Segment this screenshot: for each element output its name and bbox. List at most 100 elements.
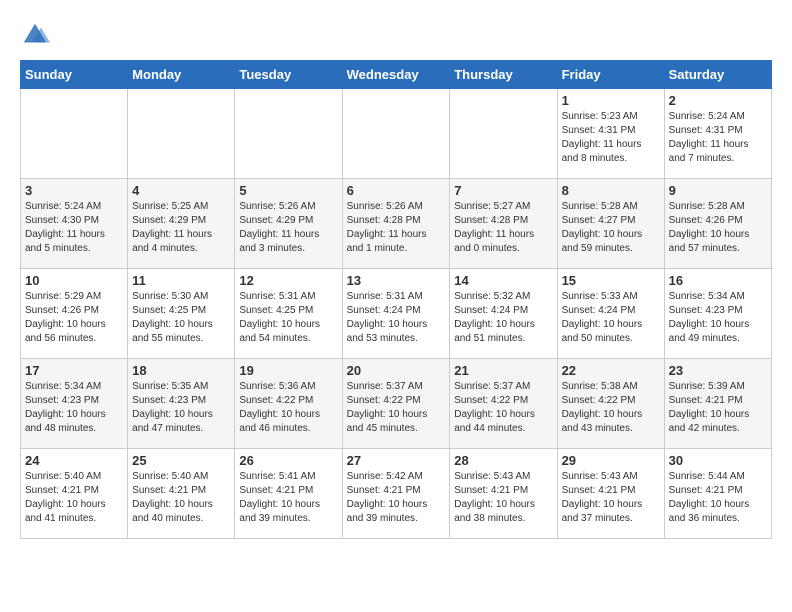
day-header-tuesday: Tuesday: [235, 61, 342, 89]
day-header-thursday: Thursday: [450, 61, 557, 89]
calendar-cell: 18 Sunrise: 5:35 AMSunset: 4:23 PMDayligh…: [128, 359, 235, 449]
day-info: Sunrise: 5:28 AMSunset: 4:27 PMDaylight:…: [562, 200, 660, 256]
calendar-cell: 6 Sunrise: 5:26 AMSunset: 4:28 PMDaylight…: [342, 179, 450, 269]
calendar-cell: [450, 89, 557, 179]
day-info: Sunrise: 5:31 AMSunset: 4:25 PMDaylight:…: [239, 290, 337, 346]
day-info: Sunrise: 5:29 AMSunset: 4:26 PMDaylight:…: [25, 290, 123, 346]
day-number: 3: [25, 183, 123, 198]
day-header-sunday: Sunday: [21, 61, 128, 89]
calendar-cell: 1 Sunrise: 5:23 AMSunset: 4:31 PMDaylight…: [557, 89, 664, 179]
calendar-cell: [21, 89, 128, 179]
day-number: 9: [669, 183, 767, 198]
calendar-cell: 3 Sunrise: 5:24 AMSunset: 4:30 PMDaylight…: [21, 179, 128, 269]
calendar-cell: 10 Sunrise: 5:29 AMSunset: 4:26 PMDayligh…: [21, 269, 128, 359]
day-number: 13: [347, 273, 446, 288]
calendar-cell: 8Sunrise: 5:28 AMSunset: 4:27 PMDaylight…: [557, 179, 664, 269]
calendar-cell: 19 Sunrise: 5:36 AMSunset: 4:22 PMDayligh…: [235, 359, 342, 449]
day-info: Sunrise: 5:34 AMSunset: 4:23 PMDaylight:…: [669, 290, 767, 346]
day-info: Sunrise: 5:28 AMSunset: 4:26 PMDaylight:…: [669, 200, 767, 256]
calendar-cell: [235, 89, 342, 179]
day-header-monday: Monday: [128, 61, 235, 89]
day-number: 24: [25, 453, 123, 468]
day-info: Sunrise: 5:36 AMSunset: 4:22 PMDaylight:…: [239, 380, 337, 436]
day-number: 28: [454, 453, 552, 468]
logo: [20, 20, 54, 50]
calendar-cell: 25 Sunrise: 5:40 AMSunset: 4:21 PMDayligh…: [128, 449, 235, 539]
calendar-cell: 7 Sunrise: 5:27 AMSunset: 4:28 PMDaylight…: [450, 179, 557, 269]
calendar-cell: 15 Sunrise: 5:33 AMSunset: 4:24 PMDayligh…: [557, 269, 664, 359]
calendar-cell: [128, 89, 235, 179]
day-number: 17: [25, 363, 123, 378]
day-number: 5: [239, 183, 337, 198]
day-info: Sunrise: 5:40 AMSunset: 4:21 PMDaylight:…: [25, 470, 123, 526]
calendar-cell: 5 Sunrise: 5:26 AMSunset: 4:29 PMDaylight…: [235, 179, 342, 269]
calendar-cell: 14 Sunrise: 5:32 AMSunset: 4:24 PMDayligh…: [450, 269, 557, 359]
calendar-cell: 16 Sunrise: 5:34 AMSunset: 4:23 PMDayligh…: [664, 269, 771, 359]
day-number: 19: [239, 363, 337, 378]
day-info: Sunrise: 5:43 AMSunset: 4:21 PMDaylight:…: [454, 470, 552, 526]
calendar-cell: 29 Sunrise: 5:43 AMSunset: 4:21 PMDayligh…: [557, 449, 664, 539]
calendar-cell: 11 Sunrise: 5:30 AMSunset: 4:25 PMDayligh…: [128, 269, 235, 359]
calendar-week-row: 10 Sunrise: 5:29 AMSunset: 4:26 PMDayligh…: [21, 269, 772, 359]
day-number: 27: [347, 453, 446, 468]
logo-icon: [20, 20, 50, 50]
day-number: 15: [562, 273, 660, 288]
day-number: 4: [132, 183, 230, 198]
calendar-cell: 27 Sunrise: 5:42 AMSunset: 4:21 PMDayligh…: [342, 449, 450, 539]
calendar-cell: 13 Sunrise: 5:31 AMSunset: 4:24 PMDayligh…: [342, 269, 450, 359]
day-number: 1: [562, 93, 660, 108]
calendar-header-row: SundayMondayTuesdayWednesdayThursdayFrid…: [21, 61, 772, 89]
day-info: Sunrise: 5:27 AMSunset: 4:28 PMDaylight:…: [454, 200, 552, 256]
day-number: 16: [669, 273, 767, 288]
calendar-week-row: 17 Sunrise: 5:34 AMSunset: 4:23 PMDayligh…: [21, 359, 772, 449]
day-number: 7: [454, 183, 552, 198]
day-info: Sunrise: 5:40 AMSunset: 4:21 PMDaylight:…: [132, 470, 230, 526]
day-header-wednesday: Wednesday: [342, 61, 450, 89]
calendar-cell: 23 Sunrise: 5:39 AMSunset: 4:21 PMDayligh…: [664, 359, 771, 449]
day-info: Sunrise: 5:38 AMSunset: 4:22 PMDaylight:…: [562, 380, 660, 436]
day-info: Sunrise: 5:24 AMSunset: 4:30 PMDaylight:…: [25, 200, 123, 256]
day-info: Sunrise: 5:26 AMSunset: 4:28 PMDaylight:…: [347, 200, 446, 256]
day-number: 25: [132, 453, 230, 468]
day-info: Sunrise: 5:32 AMSunset: 4:24 PMDaylight:…: [454, 290, 552, 346]
day-header-saturday: Saturday: [664, 61, 771, 89]
day-info: Sunrise: 5:24 AMSunset: 4:31 PMDaylight:…: [669, 110, 767, 166]
day-info: Sunrise: 5:35 AMSunset: 4:23 PMDaylight:…: [132, 380, 230, 436]
day-number: 26: [239, 453, 337, 468]
day-info: Sunrise: 5:39 AMSunset: 4:21 PMDaylight:…: [669, 380, 767, 436]
day-info: Sunrise: 5:37 AMSunset: 4:22 PMDaylight:…: [347, 380, 446, 436]
day-number: 10: [25, 273, 123, 288]
day-header-friday: Friday: [557, 61, 664, 89]
day-number: 18: [132, 363, 230, 378]
calendar-cell: 26 Sunrise: 5:41 AMSunset: 4:21 PMDayligh…: [235, 449, 342, 539]
day-number: 14: [454, 273, 552, 288]
calendar-cell: 21 Sunrise: 5:37 AMSunset: 4:22 PMDayligh…: [450, 359, 557, 449]
day-info: Sunrise: 5:37 AMSunset: 4:22 PMDaylight:…: [454, 380, 552, 436]
calendar-cell: 4Sunrise: 5:25 AMSunset: 4:29 PMDaylight…: [128, 179, 235, 269]
calendar-week-row: 3 Sunrise: 5:24 AMSunset: 4:30 PMDaylight…: [21, 179, 772, 269]
calendar-cell: 17 Sunrise: 5:34 AMSunset: 4:23 PMDayligh…: [21, 359, 128, 449]
day-number: 23: [669, 363, 767, 378]
day-number: 6: [347, 183, 446, 198]
calendar-cell: [342, 89, 450, 179]
calendar-cell: 9 Sunrise: 5:28 AMSunset: 4:26 PMDaylight…: [664, 179, 771, 269]
day-number: 22: [562, 363, 660, 378]
day-info: Sunrise: 5:30 AMSunset: 4:25 PMDaylight:…: [132, 290, 230, 346]
day-info: Sunrise: 5:42 AMSunset: 4:21 PMDaylight:…: [347, 470, 446, 526]
day-info: Sunrise: 5:34 AMSunset: 4:23 PMDaylight:…: [25, 380, 123, 436]
calendar-table: SundayMondayTuesdayWednesdayThursdayFrid…: [20, 60, 772, 539]
page-header: [20, 20, 772, 50]
day-info: Sunrise: 5:31 AMSunset: 4:24 PMDaylight:…: [347, 290, 446, 346]
day-number: 21: [454, 363, 552, 378]
day-info: Sunrise: 5:33 AMSunset: 4:24 PMDaylight:…: [562, 290, 660, 346]
calendar-cell: 30Sunrise: 5:44 AMSunset: 4:21 PMDayligh…: [664, 449, 771, 539]
day-info: Sunrise: 5:41 AMSunset: 4:21 PMDaylight:…: [239, 470, 337, 526]
calendar-cell: 2Sunrise: 5:24 AMSunset: 4:31 PMDaylight…: [664, 89, 771, 179]
day-number: 29: [562, 453, 660, 468]
day-number: 11: [132, 273, 230, 288]
calendar-cell: 22 Sunrise: 5:38 AMSunset: 4:22 PMDayligh…: [557, 359, 664, 449]
day-info: Sunrise: 5:23 AMSunset: 4:31 PMDaylight:…: [562, 110, 660, 166]
calendar-week-row: 1 Sunrise: 5:23 AMSunset: 4:31 PMDaylight…: [21, 89, 772, 179]
day-info: Sunrise: 5:26 AMSunset: 4:29 PMDaylight:…: [239, 200, 337, 256]
day-info: Sunrise: 5:43 AMSunset: 4:21 PMDaylight:…: [562, 470, 660, 526]
